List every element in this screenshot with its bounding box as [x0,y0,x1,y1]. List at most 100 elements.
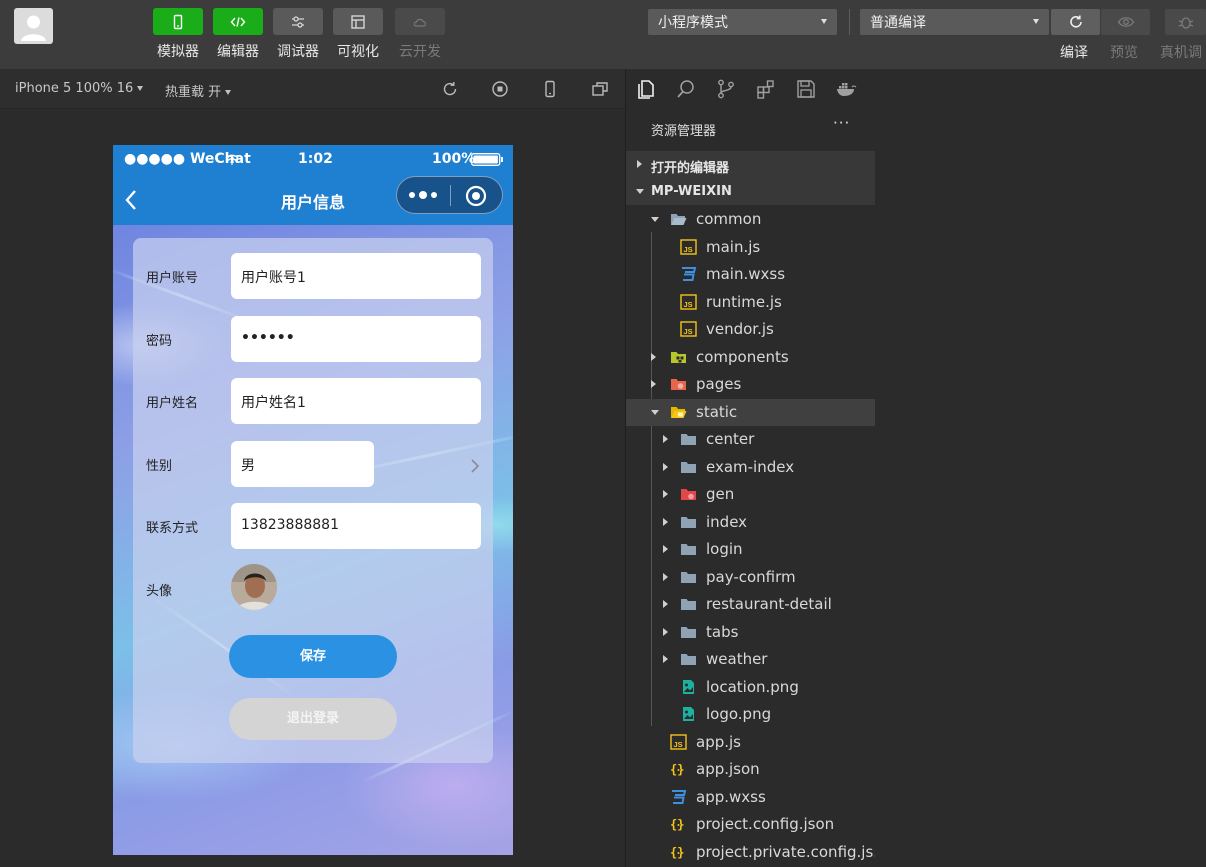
mode-select[interactable]: 小程序模式 [648,9,837,35]
debugger-tool[interactable]: 调试器 [273,8,323,61]
visual-tool[interactable]: 可视化 [333,8,383,61]
tree-item[interactable]: JS main.js [626,234,875,261]
toolbar-divider [849,9,850,35]
tree-item-label: logo.png [706,705,772,723]
folder-icon [680,624,697,640]
tree-item[interactable]: exam-index [626,454,875,481]
tree-item[interactable]: {} project.private.config.js... [626,839,888,866]
tree-item[interactable]: JS vendor.js [626,316,875,343]
tree-item[interactable]: components [626,344,875,371]
json-file-icon: {} [670,761,687,777]
password-field[interactable]: •••••• [231,316,481,362]
compile-button[interactable] [1051,9,1100,35]
js-file-icon: JS [670,733,687,750]
status-time: 1:02 [298,151,333,167]
save-button[interactable]: 保存 [229,635,397,678]
docker-icon[interactable] [835,78,857,100]
tree-item[interactable]: {} app.json [626,756,875,783]
tree-item-label: center [706,430,755,448]
chevron-down-icon[interactable] [651,217,659,222]
tree-item[interactable]: pay-confirm [626,564,875,591]
tree-item[interactable]: weather [626,646,875,673]
debugger-label: 调试器 [277,44,319,60]
chevron-right-icon[interactable] [663,490,668,498]
editor-tool[interactable]: 编辑器 [213,8,263,61]
window-icon[interactable] [591,80,609,98]
chevron-down-icon[interactable] [651,409,659,415]
css-file-icon [680,266,697,282]
compile-select[interactable]: 普通编译 [860,9,1049,35]
chevron-right-icon[interactable] [651,380,656,388]
more-actions-icon[interactable]: ··· [833,114,850,132]
tree-item[interactable]: {} project.config.json [626,811,875,838]
activity-bar [626,69,875,109]
mode-select-value: 小程序模式 [658,15,728,31]
tree-item-label: app.js [696,732,741,751]
tree-item[interactable]: app.wxss [626,784,875,811]
preview-button[interactable] [1101,9,1150,35]
device-select[interactable]: iPhone 5 100% 16 [15,81,144,96]
chevron-right-icon[interactable] [651,352,656,361]
avatar-photo-icon [231,564,277,610]
svg-text:JS: JS [684,300,693,309]
svg-text:JS: JS [674,740,683,749]
compile-label: 编译 [1060,45,1088,61]
tree-item[interactable]: common [626,206,875,233]
files-icon[interactable] [635,78,657,100]
phone-screen: ●●●●● WeChat 1:02 100% 用户信息 用户账号 用户账号1 密… [113,145,513,855]
open-editors-section[interactable]: 打开的编辑器 [626,151,875,178]
close-capsule-icon[interactable] [464,184,488,208]
search-icon[interactable] [675,78,697,100]
chevron-right-icon[interactable] [663,600,668,608]
tree-item[interactable]: index [626,509,875,536]
tree-item[interactable]: logo.png [626,701,875,728]
tree-item-label: tabs [706,622,739,641]
simulator-tool[interactable]: 模拟器 [153,8,203,61]
rotate-icon[interactable] [441,80,459,98]
chevron-right-icon[interactable] [663,462,668,471]
folder-icon [680,514,697,530]
name-field[interactable]: 用户姓名1 [231,378,481,424]
logout-button[interactable]: 退出登录 [229,698,397,740]
real-device-debug-button[interactable] [1165,9,1206,35]
stop-icon[interactable] [491,80,509,98]
project-root-section[interactable]: MP-WEIXIN [626,178,875,205]
tree-item-label: app.wxss [696,787,766,806]
gender-picker[interactable]: 男 [231,441,374,487]
user-info-form: 用户账号 用户账号1 密码 •••••• 用户姓名 用户姓名1 性别 男 联系方… [133,238,493,763]
source-control-icon[interactable] [715,78,737,100]
tree-item[interactable]: location.png [626,674,875,701]
static-folder-icon [670,404,687,420]
tree-item[interactable]: pages [626,371,875,398]
tree-item[interactable]: restaurant-detail [626,591,875,618]
chevron-right-icon[interactable] [663,517,668,526]
tree-item[interactable]: main.wxss [626,261,875,288]
hot-reload-toggle[interactable]: 热重载 开 [165,81,232,100]
chevron-right-icon[interactable] [470,459,479,473]
chevron-right-icon[interactable] [663,627,668,636]
tree-item[interactable]: center [626,426,875,453]
tree-item[interactable]: tabs [626,619,875,646]
password-label: 密码 [146,334,173,349]
tree-item[interactable]: JS runtime.js [626,289,875,316]
more-icon[interactable] [408,190,438,200]
chevron-right-icon[interactable] [663,655,668,663]
cloud-dev-tool[interactable]: 云开发 [395,8,445,61]
json-file-icon: {} [670,844,687,860]
tree-item[interactable]: static [626,398,875,426]
chevron-right-icon[interactable] [663,435,668,443]
tree-item[interactable]: login [626,536,875,563]
user-avatar[interactable] [14,8,53,44]
device-icon[interactable] [541,80,559,98]
account-field[interactable]: 用户账号1 [231,253,481,299]
svg-text:{}: {} [670,818,684,832]
extensions-icon[interactable] [755,78,777,100]
tree-item[interactable]: JS app.js [626,729,875,756]
phone-field[interactable]: 13823888881 [231,503,481,549]
chevron-right-icon[interactable] [663,545,668,553]
tree-item[interactable]: gen [626,481,875,508]
avatar[interactable] [231,564,277,610]
chevron-right-icon[interactable] [663,572,668,581]
save-icon[interactable] [795,78,817,100]
debug-sliders-icon [292,15,304,28]
